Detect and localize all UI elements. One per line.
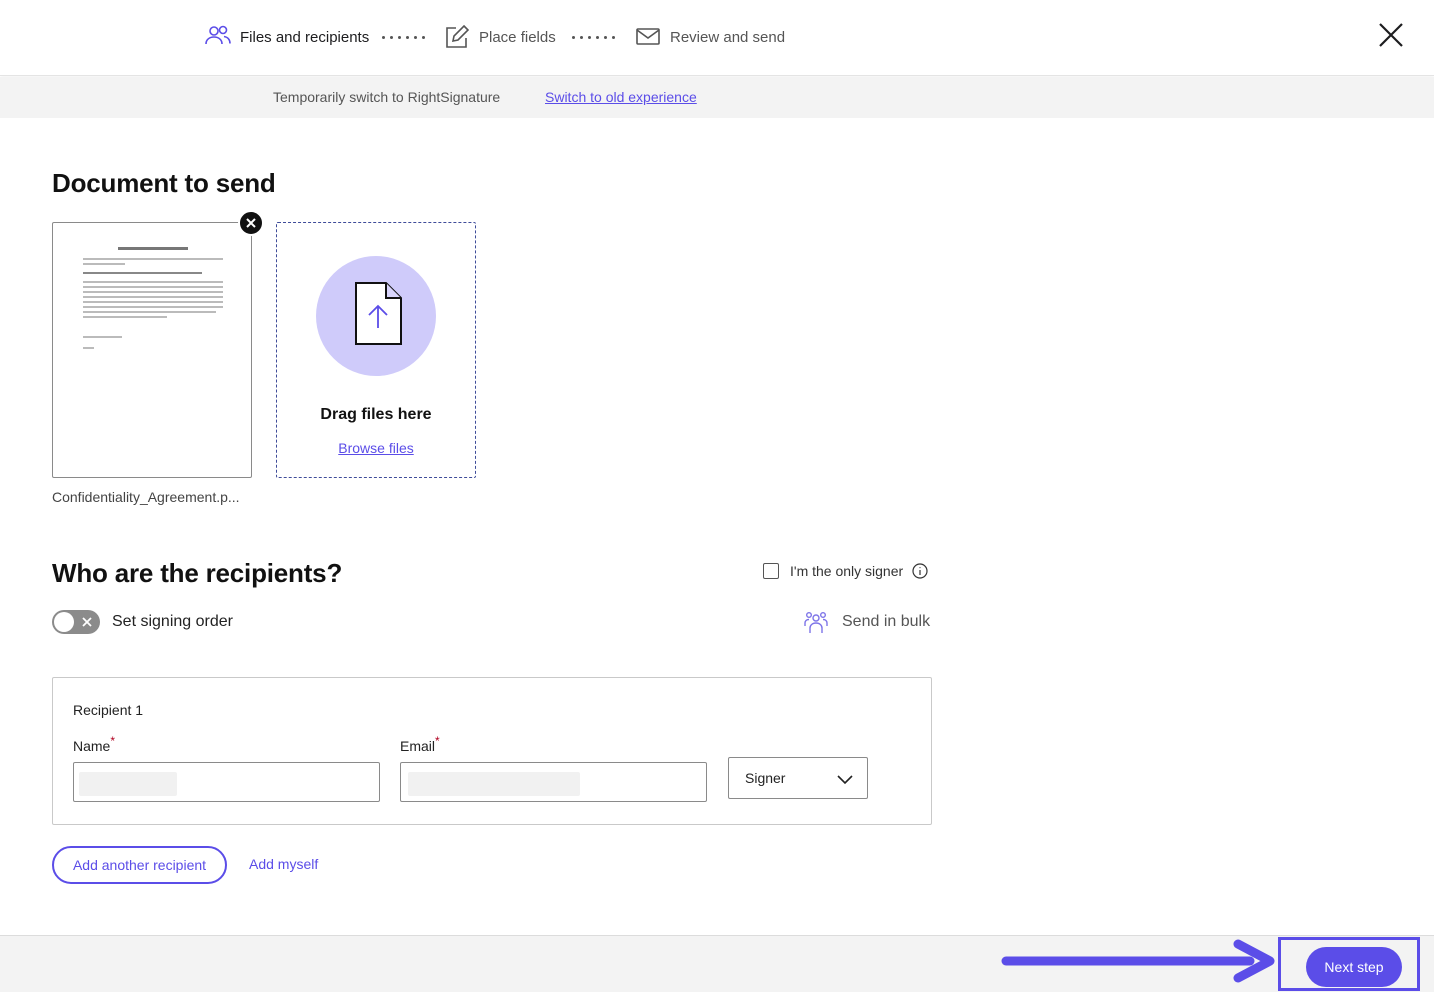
step-connector (572, 36, 615, 39)
people-icon (205, 25, 231, 45)
redacted-email (408, 772, 580, 796)
close-circle-icon (246, 218, 256, 228)
email-field-label: Email* (400, 734, 440, 754)
next-step-button[interactable]: Next step (1306, 947, 1402, 987)
step-label: Review and send (670, 28, 786, 46)
envelope-icon (636, 28, 660, 45)
add-myself-link[interactable]: Add myself (249, 856, 318, 872)
step-files-and-recipients[interactable]: Files and recipients (204, 22, 369, 52)
signing-order-row: Set signing order (52, 610, 233, 634)
group-icon (804, 612, 828, 633)
close-icon[interactable] (1376, 20, 1406, 50)
toggle-off-icon (82, 617, 92, 627)
arrow-annotation-icon (1001, 939, 1275, 983)
file-dropzone[interactable]: Drag files here Browse files (276, 222, 476, 478)
recipient-card: Recipient 1 Name* Email* Signer (52, 677, 932, 825)
name-field-label: Name* (73, 734, 116, 754)
step-connector (382, 36, 425, 39)
step-label: Place fields (479, 28, 556, 46)
drag-files-title: Drag files here (320, 406, 432, 423)
chevron-down-icon (837, 775, 853, 785)
document-section-title: Document to send (52, 168, 276, 198)
signing-order-toggle[interactable] (52, 610, 100, 634)
document-thumbnail[interactable] (52, 222, 252, 478)
only-signer-label: I'm the only signer (790, 563, 904, 579)
step-review-and-send[interactable]: Review and send (634, 22, 785, 52)
banner-text: Temporarily switch to RightSignature (273, 89, 501, 105)
add-another-recipient-button[interactable]: Add another recipient (52, 846, 227, 884)
send-in-bulk-label: Send in bulk (842, 613, 931, 630)
redacted-name (79, 772, 177, 796)
recipient-title: Recipient 1 (73, 702, 144, 718)
signing-order-label: Set signing order (112, 613, 233, 630)
upload-illustration (316, 256, 436, 376)
step-label: Files and recipients (240, 28, 370, 46)
file-upload-icon (355, 282, 402, 345)
recipients-section-title: Who are the recipients? (52, 558, 343, 588)
step-place-fields[interactable]: Place fields (443, 22, 556, 52)
only-signer-option: I'm the only signer (763, 563, 928, 579)
document-filename: Confidentiality_Agreement.p... (52, 489, 240, 505)
experience-banner: Temporarily switch to RightSignature Swi… (0, 77, 1434, 118)
switch-old-experience-link[interactable]: Switch to old experience (545, 89, 697, 105)
remove-document-button[interactable] (238, 210, 264, 236)
edit-icon (446, 24, 470, 48)
role-select-value: Signer (745, 770, 786, 786)
only-signer-checkbox[interactable] (763, 563, 779, 579)
step-header: Files and recipients Place fields Review… (0, 0, 1434, 76)
send-in-bulk-button[interactable]: Send in bulk (803, 609, 930, 635)
role-select[interactable]: Signer (728, 757, 868, 799)
document-preview (83, 247, 223, 352)
info-icon[interactable] (912, 563, 928, 579)
browse-files-link[interactable]: Browse files (277, 440, 475, 456)
